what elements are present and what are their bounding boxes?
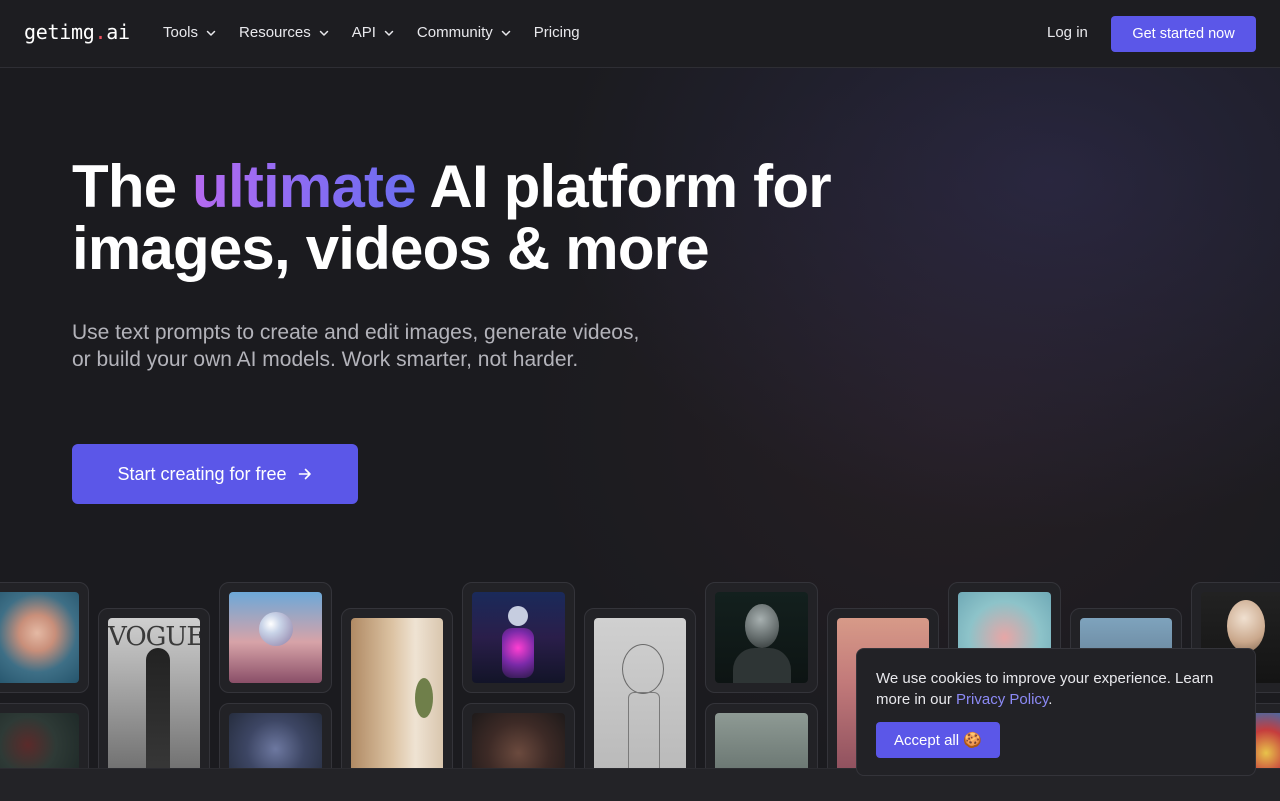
gallery-card[interactable]: VOGUE [98, 608, 210, 768]
cookie-text-end: . [1048, 691, 1053, 708]
cookie-emoji-icon: 🍪 [963, 732, 982, 749]
gallery-card[interactable] [341, 608, 453, 768]
start-creating-label: Start creating for free [117, 463, 287, 484]
site-header: getimg.ai Tools Resources API Community … [0, 0, 1280, 68]
sketch-figure-image [594, 618, 686, 768]
nav-item-api[interactable]: API [352, 24, 395, 41]
nav-item-label: Tools [163, 24, 199, 41]
headline-highlight: ultimate [192, 153, 416, 220]
misty-figure-image [715, 713, 808, 768]
nav-item-resources[interactable]: Resources [239, 24, 330, 41]
accept-all-label: Accept all [894, 731, 960, 749]
logo-tld: ai [106, 20, 130, 44]
nav-item-label: Pricing [533, 24, 580, 41]
main-nav: Tools Resources API Community Pricing [163, 24, 602, 41]
headline-line2: images, videos & more [72, 215, 710, 282]
nav-item-community[interactable]: Community [417, 24, 512, 41]
nav-item-pricing[interactable]: Pricing [534, 24, 580, 41]
cyborg-image [229, 713, 322, 768]
nav-item-label: Community [416, 24, 493, 41]
woman-face-image [0, 592, 79, 683]
chevron-down-icon [206, 30, 216, 36]
gallery-card[interactable] [0, 703, 89, 768]
chevron-down-icon [501, 30, 511, 36]
eyes-closeup-image [472, 713, 565, 768]
gallery-card[interactable] [462, 703, 575, 768]
gallery-card[interactable] [462, 582, 575, 693]
dark-portrait-image [0, 713, 79, 768]
get-started-button[interactable]: Get started now [1111, 16, 1256, 52]
logo-name: getimg [24, 20, 95, 44]
cookie-banner: We use cookies to improve your experienc… [856, 648, 1256, 776]
interior-image [351, 618, 443, 768]
neon-robot-image [472, 592, 565, 683]
chevron-down-icon [319, 30, 328, 36]
alien-bust-image [715, 592, 808, 683]
gallery-card[interactable] [219, 582, 332, 693]
logo[interactable]: getimg.ai [24, 20, 130, 44]
logo-dot: . [94, 20, 107, 44]
arrow-right-icon [298, 468, 311, 480]
login-link[interactable]: Log in [1047, 24, 1088, 41]
gallery-card[interactable] [705, 703, 818, 768]
gallery-card[interactable] [219, 703, 332, 768]
accept-all-button[interactable]: Accept all 🍪 [876, 722, 1000, 758]
glass-sphere-image [229, 592, 322, 683]
nav-item-label: Resources [239, 24, 311, 41]
privacy-policy-link[interactable]: Privacy Policy [956, 691, 1048, 708]
gallery-card[interactable] [705, 582, 818, 693]
gallery-card[interactable] [0, 582, 89, 693]
vogue-cover-image: VOGUE [108, 618, 200, 768]
hero-headline: The ultimate AI platform for images, vide… [72, 156, 892, 280]
cookie-message: We use cookies to improve your experienc… [876, 668, 1236, 710]
headline-suffix: AI platform for [415, 153, 831, 220]
nav-item-label: API [351, 24, 376, 41]
nav-item-tools[interactable]: Tools [163, 24, 217, 41]
headline-prefix: The [72, 153, 193, 220]
chevron-down-icon [384, 30, 394, 36]
gallery-card[interactable] [584, 608, 696, 768]
hero-subtitle: Use text prompts to create and edit imag… [72, 321, 640, 371]
start-creating-button[interactable]: Start creating for free [72, 444, 358, 504]
